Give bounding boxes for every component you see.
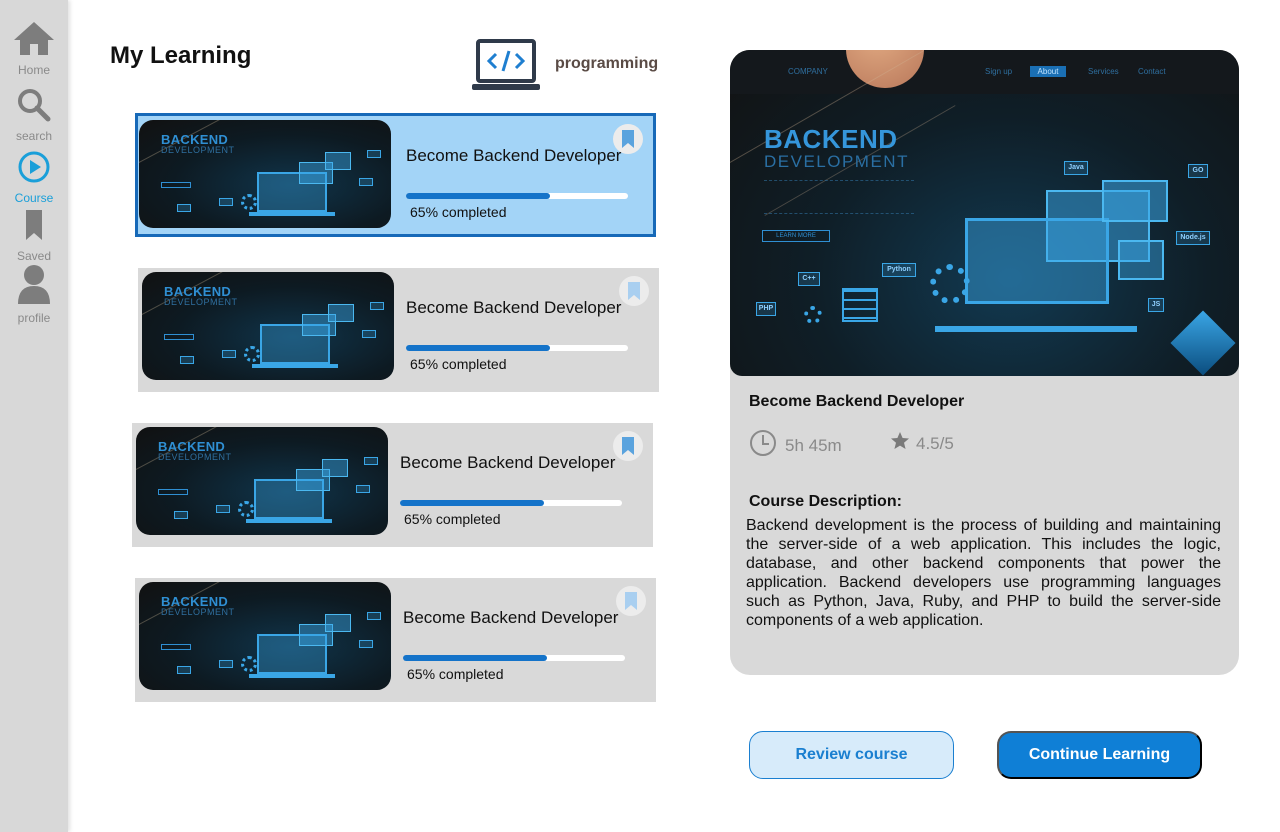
progress-fill bbox=[406, 193, 551, 199]
course-rating: 4.5/5 bbox=[890, 431, 954, 456]
hero-learn-more: LEARN MORE bbox=[762, 230, 830, 242]
description-title: Course Description: bbox=[749, 493, 902, 510]
thumbnail-subtitle: DEVELOPMENT bbox=[161, 607, 235, 617]
sidebar-item-search[interactable]: search bbox=[0, 88, 68, 143]
course-thumbnail: BACKEND DEVELOPMENT bbox=[142, 272, 394, 380]
sidebar-item-label: search bbox=[15, 129, 53, 143]
bookmark-button[interactable] bbox=[613, 431, 643, 461]
hero-chip: Node.js bbox=[1176, 231, 1210, 245]
course-detail-panel: COMPANY Sign up About Services Contact B… bbox=[730, 50, 1239, 675]
bookmark-button[interactable] bbox=[613, 124, 643, 154]
course-thumbnail: BACKEND DEVELOPMENT bbox=[139, 582, 391, 690]
home-icon bbox=[12, 20, 56, 61]
sidebar-item-course[interactable]: Course bbox=[0, 150, 68, 205]
bookmark-icon bbox=[23, 208, 45, 247]
rating-text: 4.5/5 bbox=[916, 433, 954, 453]
hero-chip: PHP bbox=[756, 302, 776, 316]
sidebar-item-home[interactable]: Home bbox=[0, 20, 68, 77]
continue-learning-button[interactable]: Continue Learning bbox=[997, 731, 1202, 779]
bookmark-button[interactable] bbox=[616, 586, 646, 616]
sidebar-item-label: profile bbox=[17, 311, 51, 325]
duration-text: 5h 45m bbox=[785, 435, 842, 455]
progress-bar bbox=[400, 500, 622, 506]
bookmark-button[interactable] bbox=[619, 276, 649, 306]
sidebar-item-label: Home bbox=[17, 63, 50, 77]
thumbnail-subtitle: DEVELOPMENT bbox=[164, 297, 238, 307]
sidebar-item-label: Course bbox=[14, 191, 54, 205]
course-thumbnail: BACKEND DEVELOPMENT bbox=[139, 120, 391, 228]
laptop-code-icon bbox=[470, 38, 542, 99]
star-icon bbox=[890, 431, 910, 456]
bookmark-icon bbox=[622, 437, 634, 455]
play-circle-icon bbox=[17, 150, 51, 189]
progress-text: 65% completed bbox=[410, 356, 507, 372]
progress-text: 65% completed bbox=[407, 666, 504, 682]
category-label: programming bbox=[555, 55, 659, 72]
hero-chip: Java bbox=[1064, 161, 1088, 175]
search-icon bbox=[16, 88, 52, 127]
bookmark-icon bbox=[628, 282, 640, 300]
hero-chip: GO bbox=[1188, 164, 1208, 178]
progress-bar bbox=[403, 655, 625, 661]
course-title: Become Backend Developer bbox=[406, 146, 622, 165]
thumbnail-subtitle: DEVELOPMENT bbox=[158, 452, 232, 462]
bookmark-icon bbox=[622, 130, 634, 148]
sidebar-item-label: Saved bbox=[16, 249, 52, 263]
sidebar-item-profile[interactable]: profile bbox=[0, 264, 68, 325]
course-card[interactable]: BACKEND DEVELOPMENT Become Backend Devel… bbox=[135, 578, 656, 702]
course-title: Become Backend Developer bbox=[400, 453, 616, 472]
course-title: Become Backend Developer bbox=[406, 298, 622, 317]
course-detail-title: Become Backend Developer bbox=[749, 393, 965, 410]
course-description: Backend development is the process of bu… bbox=[746, 517, 1221, 629]
course-card[interactable]: BACKEND DEVELOPMENT Become Backend Devel… bbox=[132, 423, 653, 547]
progress-fill bbox=[406, 345, 551, 351]
hero-company: COMPANY bbox=[788, 67, 828, 76]
course-card[interactable]: BACKEND DEVELOPMENT Become Backend Devel… bbox=[135, 113, 656, 237]
course-hero-image: COMPANY Sign up About Services Contact B… bbox=[730, 50, 1239, 376]
hero-nav-item: About bbox=[1030, 66, 1066, 77]
sidebar-item-saved[interactable]: Saved bbox=[0, 208, 68, 263]
hero-chip: JS bbox=[1148, 298, 1164, 312]
user-icon bbox=[16, 264, 52, 309]
hero-nav-item: Sign up bbox=[985, 67, 1013, 76]
hero-chip: Python bbox=[882, 263, 916, 277]
progress-fill bbox=[400, 500, 545, 506]
thumbnail-subtitle: DEVELOPMENT bbox=[161, 145, 235, 155]
progress-text: 65% completed bbox=[404, 511, 501, 527]
course-card[interactable]: BACKEND DEVELOPMENT Become Backend Devel… bbox=[138, 268, 659, 392]
progress-bar bbox=[406, 193, 628, 199]
hero-subtitle: DEVELOPMENT bbox=[764, 152, 909, 171]
sidebar: Home search Course Saved profile bbox=[0, 0, 68, 832]
review-course-button[interactable]: Review course bbox=[749, 731, 954, 779]
bookmark-icon bbox=[625, 592, 637, 610]
progress-bar bbox=[406, 345, 628, 351]
progress-text: 65% completed bbox=[410, 204, 507, 220]
hero-nav-item: Services bbox=[1088, 67, 1119, 76]
progress-fill bbox=[403, 655, 548, 661]
course-title: Become Backend Developer bbox=[403, 608, 619, 627]
hero-nav-item: Contact bbox=[1138, 67, 1166, 76]
hero-chip: C++ bbox=[798, 272, 820, 286]
hero-title: BACKEND bbox=[764, 124, 898, 154]
page-title: My Learning bbox=[110, 42, 252, 69]
course-duration: 5h 45m bbox=[749, 429, 842, 462]
course-thumbnail: BACKEND DEVELOPMENT bbox=[136, 427, 388, 535]
clock-icon bbox=[749, 429, 777, 462]
